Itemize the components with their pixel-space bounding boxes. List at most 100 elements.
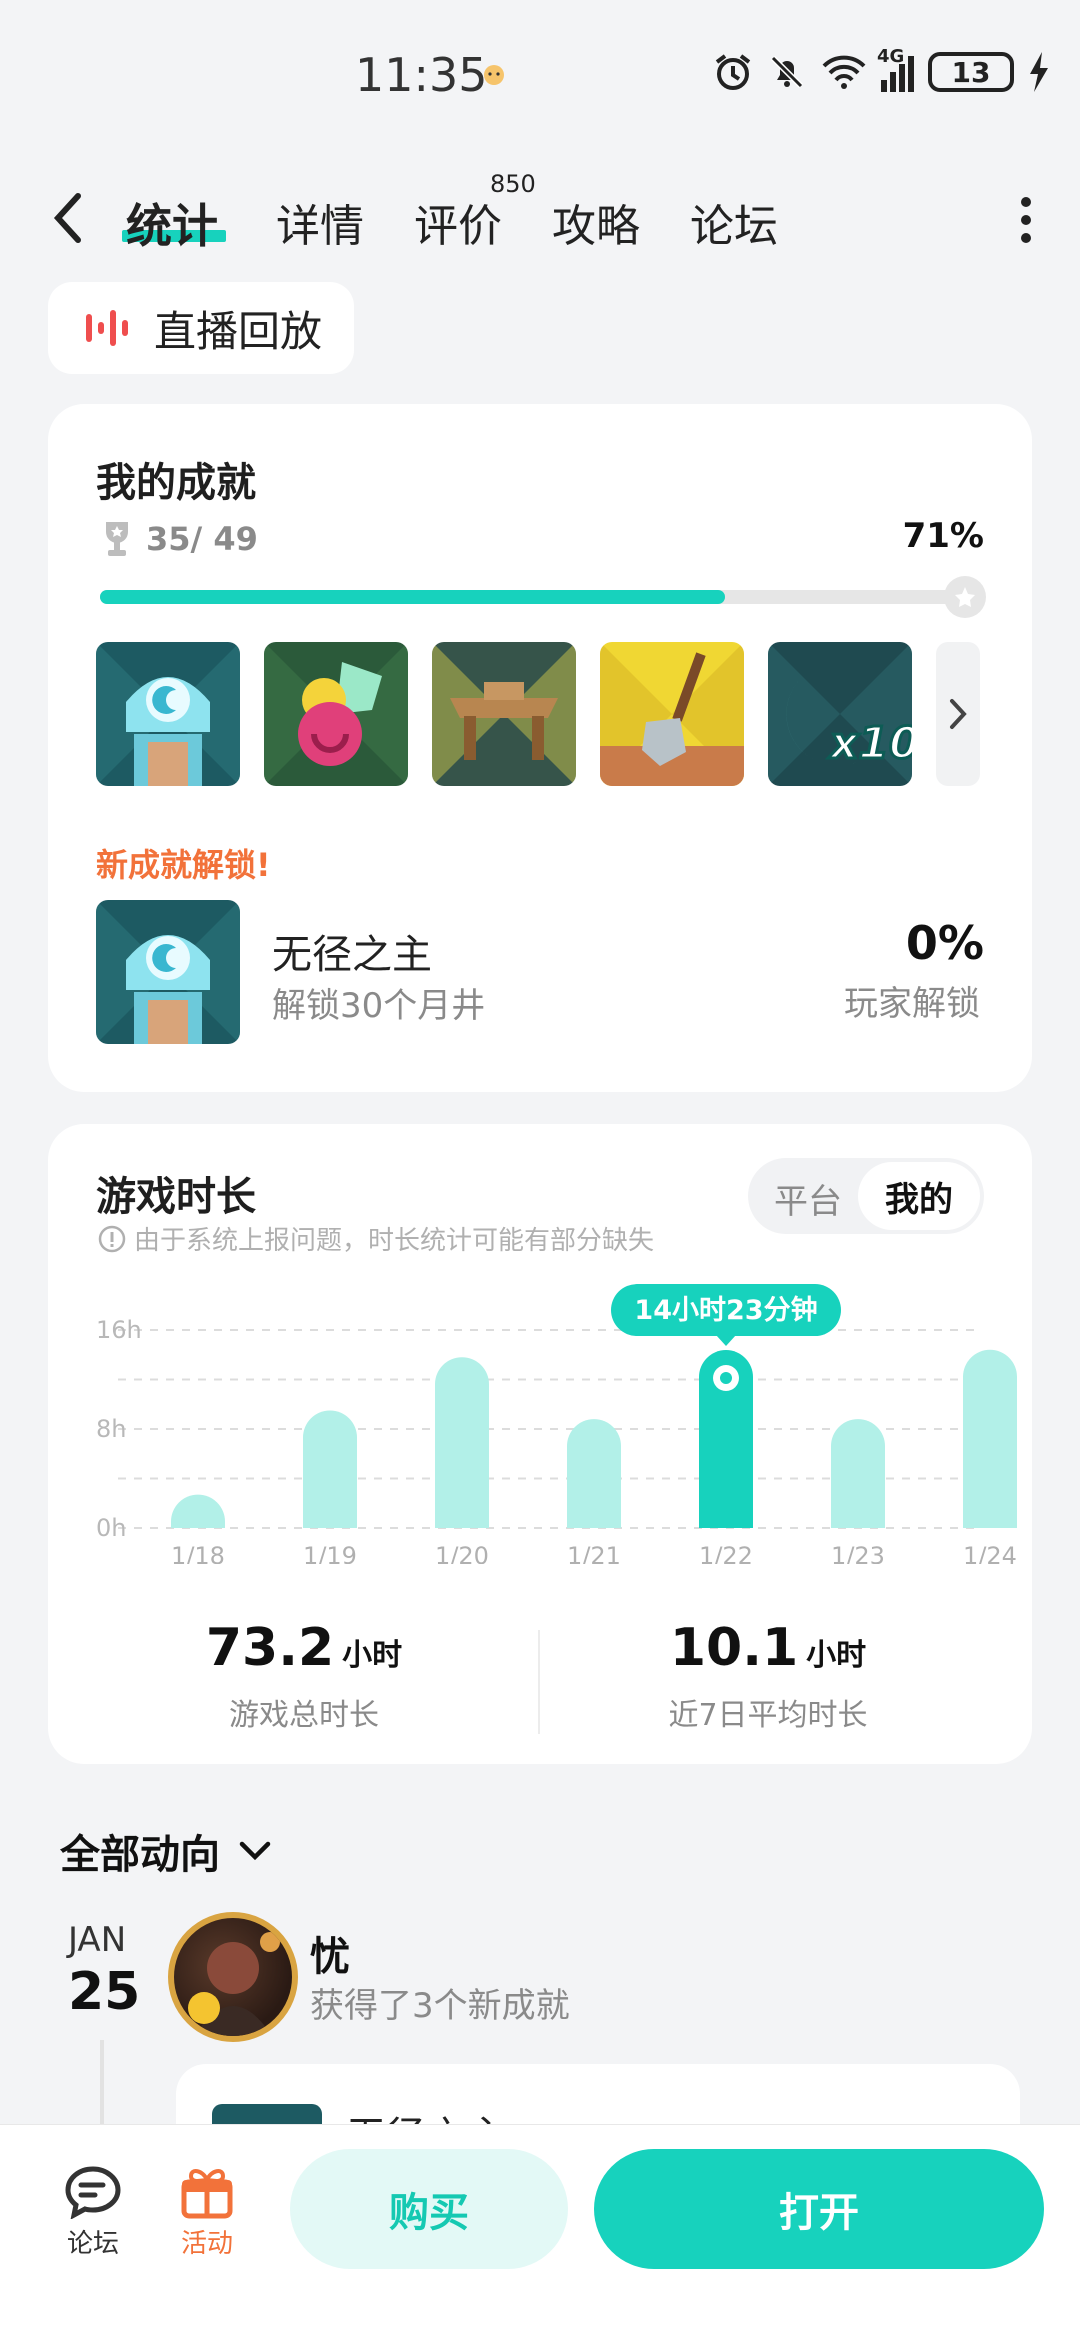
new-achievement-icon[interactable] xyxy=(96,900,240,1044)
feed-month: JAN xyxy=(68,1920,127,1960)
achievement-icon-flower-gem[interactable] xyxy=(264,642,408,786)
achievements-next-button[interactable] xyxy=(936,642,980,786)
chart-xtick-label: 1/24 xyxy=(963,1542,1017,1564)
total-playtime-label: 游戏总时长 xyxy=(229,1698,379,1733)
achievement-icon-moon-x10[interactable]: x10 xyxy=(768,642,912,786)
chart-xtick-label: 1/18 xyxy=(171,1542,225,1564)
chart-ytick-label: 16h xyxy=(96,1316,142,1344)
top-nav: 统计 详情 评价 850 攻略 论坛 xyxy=(0,170,1080,270)
progress-end-star-icon xyxy=(944,576,986,618)
cat-notification-icon xyxy=(484,65,504,85)
total-playtime: 73.2 小时 游戏总时长 xyxy=(104,1618,504,1734)
chart-bar xyxy=(963,1349,1017,1528)
chart-bar xyxy=(435,1357,489,1528)
average-playtime-unit: 小时 xyxy=(806,1638,867,1673)
status-icons: 4G 13 xyxy=(713,46,1050,92)
new-achievement-label: 新成就解锁! xyxy=(96,846,271,884)
chevron-right-icon xyxy=(950,699,967,729)
achievement-icons-row: x10 xyxy=(96,642,912,786)
achievement-progress-fill xyxy=(100,590,725,604)
chevron-down-icon xyxy=(239,1841,271,1861)
feed-filter-dropdown[interactable]: 全部动向 xyxy=(60,1822,272,1880)
back-arrow-icon[interactable] xyxy=(50,188,90,248)
tab-stats[interactable]: 统计 xyxy=(126,190,218,256)
chart-xtick-label: 1/20 xyxy=(435,1542,489,1564)
status-time: 11:35 xyxy=(355,48,488,102)
trophy-icon xyxy=(106,522,128,556)
tab-details[interactable]: 详情 xyxy=(276,190,364,254)
bottom-forum-button[interactable]: 论坛 xyxy=(48,2161,138,2260)
achievement-percent: 71% xyxy=(902,516,984,556)
achievement-progress-bar xyxy=(100,576,986,618)
battery-indicator: 13 xyxy=(928,52,1014,92)
playtime-note: 由于系统上报问题，时长统计可能有部分缺失 xyxy=(98,1220,654,1257)
feed-action: 获得了3个新成就 xyxy=(310,1986,570,2026)
status-bar: 11:35 4G 13 xyxy=(0,0,1080,150)
info-icon xyxy=(98,1225,126,1252)
playtime-card: 游戏时长 平台 我的 由于系统上报问题，时长统计可能有部分缺失 0h 8h 16h 1… xyxy=(48,1124,1032,1764)
tab-forum[interactable]: 论坛 xyxy=(690,190,778,254)
achievements-card: 我的成就 35/ 49 71% x10 新成就解锁! 无径之主 解锁30个月井 … xyxy=(48,404,1032,1092)
chart-tooltip-text: 14小时23分钟 xyxy=(634,1295,817,1326)
achievement-icon-wooden-table[interactable] xyxy=(432,642,576,786)
svg-text:x10: x10 xyxy=(828,718,912,769)
more-options-icon[interactable] xyxy=(1018,190,1034,250)
chart-ytick-label: 0h xyxy=(96,1514,126,1542)
achievement-icon-shovel[interactable] xyxy=(600,642,744,786)
new-achievement-percent-label: 玩家解锁 xyxy=(844,984,980,1024)
toggle-platform[interactable]: 平台 xyxy=(774,1174,842,1223)
new-achievement-desc: 解锁30个月井 xyxy=(272,986,486,1026)
chart-tooltip-pointer xyxy=(716,1335,736,1347)
achievements-title: 我的成就 xyxy=(96,460,256,506)
feed-day: 25 xyxy=(68,1962,141,2022)
bottom-activity-button[interactable]: 活动 xyxy=(162,2161,252,2260)
stats-divider xyxy=(538,1630,540,1734)
live-replay-button[interactable]: 直播回放 xyxy=(48,282,354,374)
chart-bar xyxy=(831,1419,885,1528)
feed-title: 全部动向 xyxy=(60,1832,220,1878)
playtime-note-text: 由于系统上报问题，时长统计可能有部分缺失 xyxy=(134,1226,655,1256)
bottom-action-bar: 论坛 活动 购买 打开 xyxy=(0,2124,1080,2340)
chart-bar xyxy=(567,1419,621,1528)
achievement-icon-moon-crown[interactable] xyxy=(96,642,240,786)
network-type: 4G xyxy=(877,46,905,67)
average-playtime-value: 10.1 xyxy=(669,1618,799,1678)
charging-icon xyxy=(1030,52,1048,92)
buy-button[interactable]: 购买 xyxy=(290,2149,568,2269)
total-playtime-unit: 小时 xyxy=(342,1638,403,1673)
reviews-count-badge: 850 xyxy=(490,170,536,198)
achievement-count: 35/ 49 xyxy=(100,520,258,558)
avatar[interactable] xyxy=(168,1912,298,2042)
achievement-count-text: 35/ 49 xyxy=(146,520,258,558)
tab-reviews[interactable]: 评价 xyxy=(414,190,502,254)
chart-bar xyxy=(303,1410,357,1528)
playtime-title: 游戏时长 xyxy=(96,1174,256,1220)
live-wave-icon xyxy=(86,310,128,346)
open-button[interactable]: 打开 xyxy=(594,2149,1044,2269)
gift-icon xyxy=(181,2169,233,2219)
chart-xtick-label: 1/21 xyxy=(567,1542,621,1564)
chart-xtick-label: 1/19 xyxy=(303,1542,357,1564)
chart-bar xyxy=(171,1494,225,1528)
live-replay-label: 直播回放 xyxy=(154,306,323,356)
tab-guides[interactable]: 攻略 xyxy=(552,190,640,254)
new-achievement-name: 无径之主 xyxy=(272,932,432,978)
signal-icon: 4G xyxy=(877,46,914,92)
playtime-toggle: 平台 我的 xyxy=(748,1158,984,1234)
wifi-icon xyxy=(822,55,866,89)
alarm-icon xyxy=(715,54,751,90)
playtime-chart: 0h 8h 16h 1/18 1/19 1/20 1/21 1/22 14小时23分钟 1/23 1… xyxy=(96,1284,1017,1564)
bottom-forum-label: 论坛 xyxy=(66,2229,119,2259)
chart-xtick-label: 1/22 xyxy=(699,1542,753,1564)
chart-ytick-label: 8h xyxy=(96,1415,126,1443)
total-playtime-value: 73.2 xyxy=(205,1618,335,1678)
average-playtime-label: 近7日平均时长 xyxy=(668,1698,868,1733)
chart-highlight-dot-inner xyxy=(720,1372,732,1385)
bottom-activity-label: 活动 xyxy=(180,2229,233,2259)
feed-username[interactable]: 忧 xyxy=(310,1924,350,1982)
forum-chat-icon xyxy=(65,2166,121,2219)
toggle-mine[interactable]: 我的 xyxy=(858,1162,980,1230)
chart-xtick-label: 1/23 xyxy=(831,1542,885,1564)
mute-icon xyxy=(770,55,804,89)
average-playtime: 10.1 小时 近7日平均时长 xyxy=(568,1618,968,1734)
